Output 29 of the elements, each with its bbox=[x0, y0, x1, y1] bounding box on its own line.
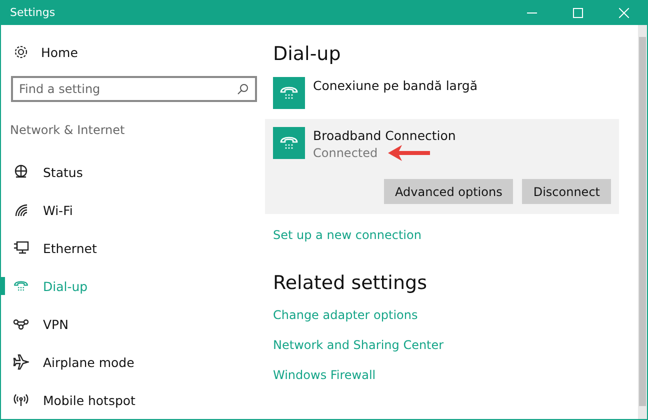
airplane-icon bbox=[13, 354, 29, 370]
hotspot-icon bbox=[13, 392, 29, 408]
pointer-arrow bbox=[388, 145, 430, 161]
home-link[interactable]: Home bbox=[41, 44, 78, 60]
monitor-icon bbox=[13, 240, 29, 256]
section-heading: Network & Internet bbox=[10, 123, 126, 137]
connection-name[interactable]: Conexiune pe bandă largă bbox=[313, 78, 478, 93]
scrollbar[interactable] bbox=[638, 25, 647, 419]
window-title: Settings bbox=[10, 6, 56, 19]
sidebar-item[interactable]: Status bbox=[43, 164, 83, 180]
action-button[interactable]: Advanced options bbox=[384, 179, 514, 204]
connection-panel[interactable]: Broadband Connection Connected Advanced options Disconnect bbox=[265, 119, 619, 214]
sidebar-item[interactable]: VPN bbox=[43, 316, 68, 332]
connection-name: Broadband Connection bbox=[313, 128, 456, 143]
section-heading: Related settings bbox=[273, 272, 428, 294]
settings-icon bbox=[13, 44, 29, 60]
sidebar-item[interactable]: Mobile hotspot bbox=[43, 392, 136, 408]
close-icon bbox=[619, 8, 629, 18]
maximize-icon bbox=[573, 8, 583, 18]
search-icon bbox=[237, 83, 249, 95]
page-heading: Dial-up bbox=[273, 43, 342, 65]
sidebar-item[interactable]: Airplane mode bbox=[43, 354, 134, 370]
globe-icon bbox=[13, 164, 29, 180]
sidebar-item[interactable]: Wi-Fi bbox=[43, 202, 73, 218]
connection-status: Connected bbox=[313, 146, 378, 160]
action-button[interactable]: Disconnect bbox=[522, 179, 611, 204]
search-field[interactable]: Find a setting bbox=[11, 76, 257, 102]
sidebar-item[interactable]: Ethernet bbox=[43, 240, 97, 256]
wifi-icon bbox=[13, 202, 29, 218]
